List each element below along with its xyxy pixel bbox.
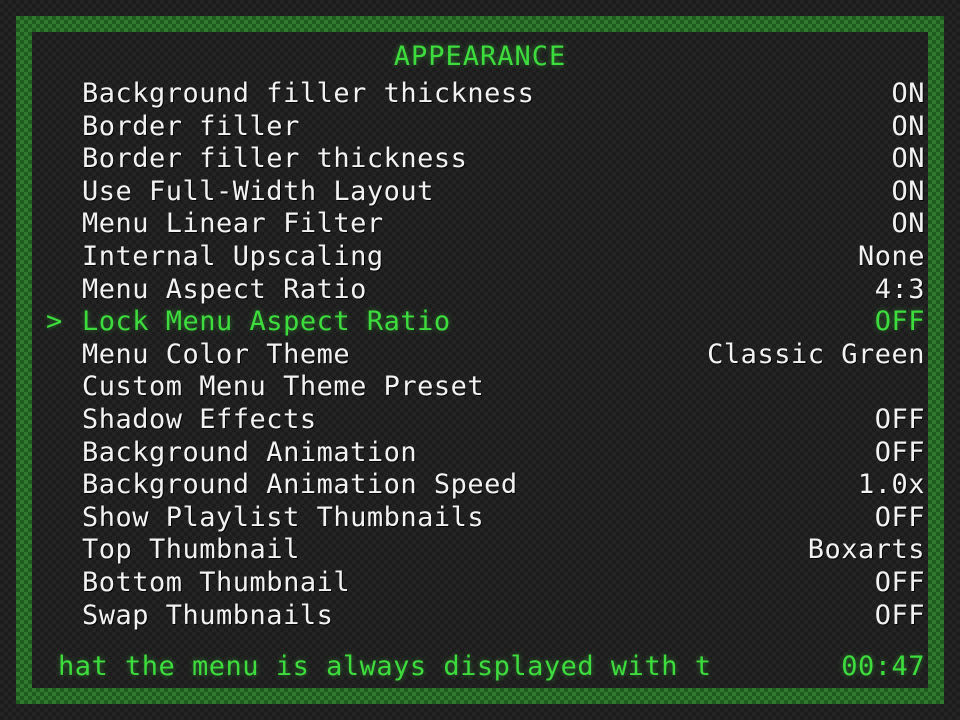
setting-row[interactable]: Bottom Thumbnail OFF bbox=[32, 567, 928, 600]
setting-row[interactable]: Menu Aspect Ratio 4:3 bbox=[32, 274, 928, 307]
setting-row[interactable]: Border filler thickness ON bbox=[32, 143, 928, 176]
menu-border-left bbox=[16, 16, 32, 704]
setting-value[interactable]: Boxarts bbox=[808, 534, 925, 567]
setting-label: Background Animation Speed bbox=[82, 469, 518, 501]
setting-row[interactable]: Background Animation OFF bbox=[32, 437, 928, 470]
setting-label: Border filler bbox=[82, 110, 300, 142]
setting-value[interactable]: OFF bbox=[875, 567, 925, 600]
rgui-menu-screen: APPEARANCE Background filler thickness ON… bbox=[0, 0, 960, 720]
setting-value[interactable]: 1.0x bbox=[858, 469, 925, 502]
setting-label: Custom Menu Theme Preset bbox=[82, 371, 485, 403]
menu-border-bottom bbox=[16, 688, 944, 704]
status-clock: 00:47 bbox=[841, 651, 925, 682]
setting-row[interactable]: Use Full-Width Layout ON bbox=[32, 176, 928, 209]
setting-value[interactable]: ON bbox=[891, 111, 925, 144]
setting-value[interactable]: Classic Green bbox=[707, 339, 925, 372]
setting-row[interactable]: Custom Menu Theme Preset bbox=[32, 371, 928, 404]
setting-row[interactable]: Background Animation Speed 1.0x bbox=[32, 469, 928, 502]
menu-border-top bbox=[16, 16, 944, 32]
setting-label: Menu Aspect Ratio bbox=[82, 273, 367, 305]
setting-value[interactable]: OFF bbox=[875, 404, 925, 437]
setting-row[interactable]: Menu Linear Filter ON bbox=[32, 208, 928, 241]
setting-label: Border filler thickness bbox=[82, 143, 468, 175]
settings-list: Background filler thickness ON Border fill… bbox=[32, 78, 928, 632]
setting-row[interactable]: > Lock Menu Aspect Ratio OFF bbox=[32, 306, 928, 339]
setting-label: Use Full-Width Layout bbox=[82, 175, 434, 207]
setting-value[interactable]: OFF bbox=[875, 502, 925, 535]
menu-content-area: APPEARANCE Background filler thickness ON… bbox=[32, 32, 928, 688]
setting-label: Menu Color Theme bbox=[82, 338, 351, 370]
status-help-text: hat the menu is always displayed with t bbox=[58, 651, 712, 682]
setting-value[interactable]: ON bbox=[891, 176, 925, 209]
setting-value[interactable]: OFF bbox=[875, 600, 925, 633]
setting-row[interactable]: Show Playlist Thumbnails OFF bbox=[32, 502, 928, 535]
setting-label: Shadow Effects bbox=[82, 403, 317, 435]
setting-value[interactable]: ON bbox=[891, 143, 925, 176]
setting-label: Top Thumbnail bbox=[82, 534, 300, 566]
setting-row[interactable]: Shadow Effects OFF bbox=[32, 404, 928, 437]
setting-label: Lock Menu Aspect Ratio bbox=[82, 306, 451, 338]
setting-label: Background filler thickness bbox=[82, 78, 535, 109]
setting-value[interactable]: None bbox=[858, 241, 925, 274]
setting-value[interactable]: ON bbox=[891, 208, 925, 241]
page-title: APPEARANCE bbox=[393, 41, 567, 72]
setting-label: Bottom Thumbnail bbox=[82, 566, 351, 598]
setting-value[interactable]: OFF bbox=[875, 437, 925, 470]
setting-value[interactable]: OFF bbox=[875, 306, 925, 339]
menu-border-right bbox=[928, 16, 944, 704]
selection-cursor-icon: > bbox=[46, 306, 63, 338]
setting-label: Show Playlist Thumbnails bbox=[82, 501, 485, 533]
setting-row[interactable]: Border filler ON bbox=[32, 111, 928, 144]
setting-row[interactable]: Swap Thumbnails OFF bbox=[32, 600, 928, 633]
setting-label: Background Animation bbox=[82, 436, 418, 468]
status-bar: hat the menu is always displayed with t … bbox=[32, 650, 928, 684]
setting-row[interactable]: Background filler thickness ON bbox=[32, 78, 928, 111]
setting-label: Swap Thumbnails bbox=[82, 599, 334, 631]
setting-row[interactable]: Top Thumbnail Boxarts bbox=[32, 534, 928, 567]
setting-label: Menu Linear Filter bbox=[82, 208, 384, 240]
setting-row[interactable]: Menu Color Theme Classic Green bbox=[32, 339, 928, 372]
setting-value[interactable]: ON bbox=[891, 78, 925, 111]
setting-label: Internal Upscaling bbox=[82, 240, 384, 272]
setting-value[interactable]: 4:3 bbox=[875, 274, 925, 307]
setting-row[interactable]: Internal Upscaling None bbox=[32, 241, 928, 274]
